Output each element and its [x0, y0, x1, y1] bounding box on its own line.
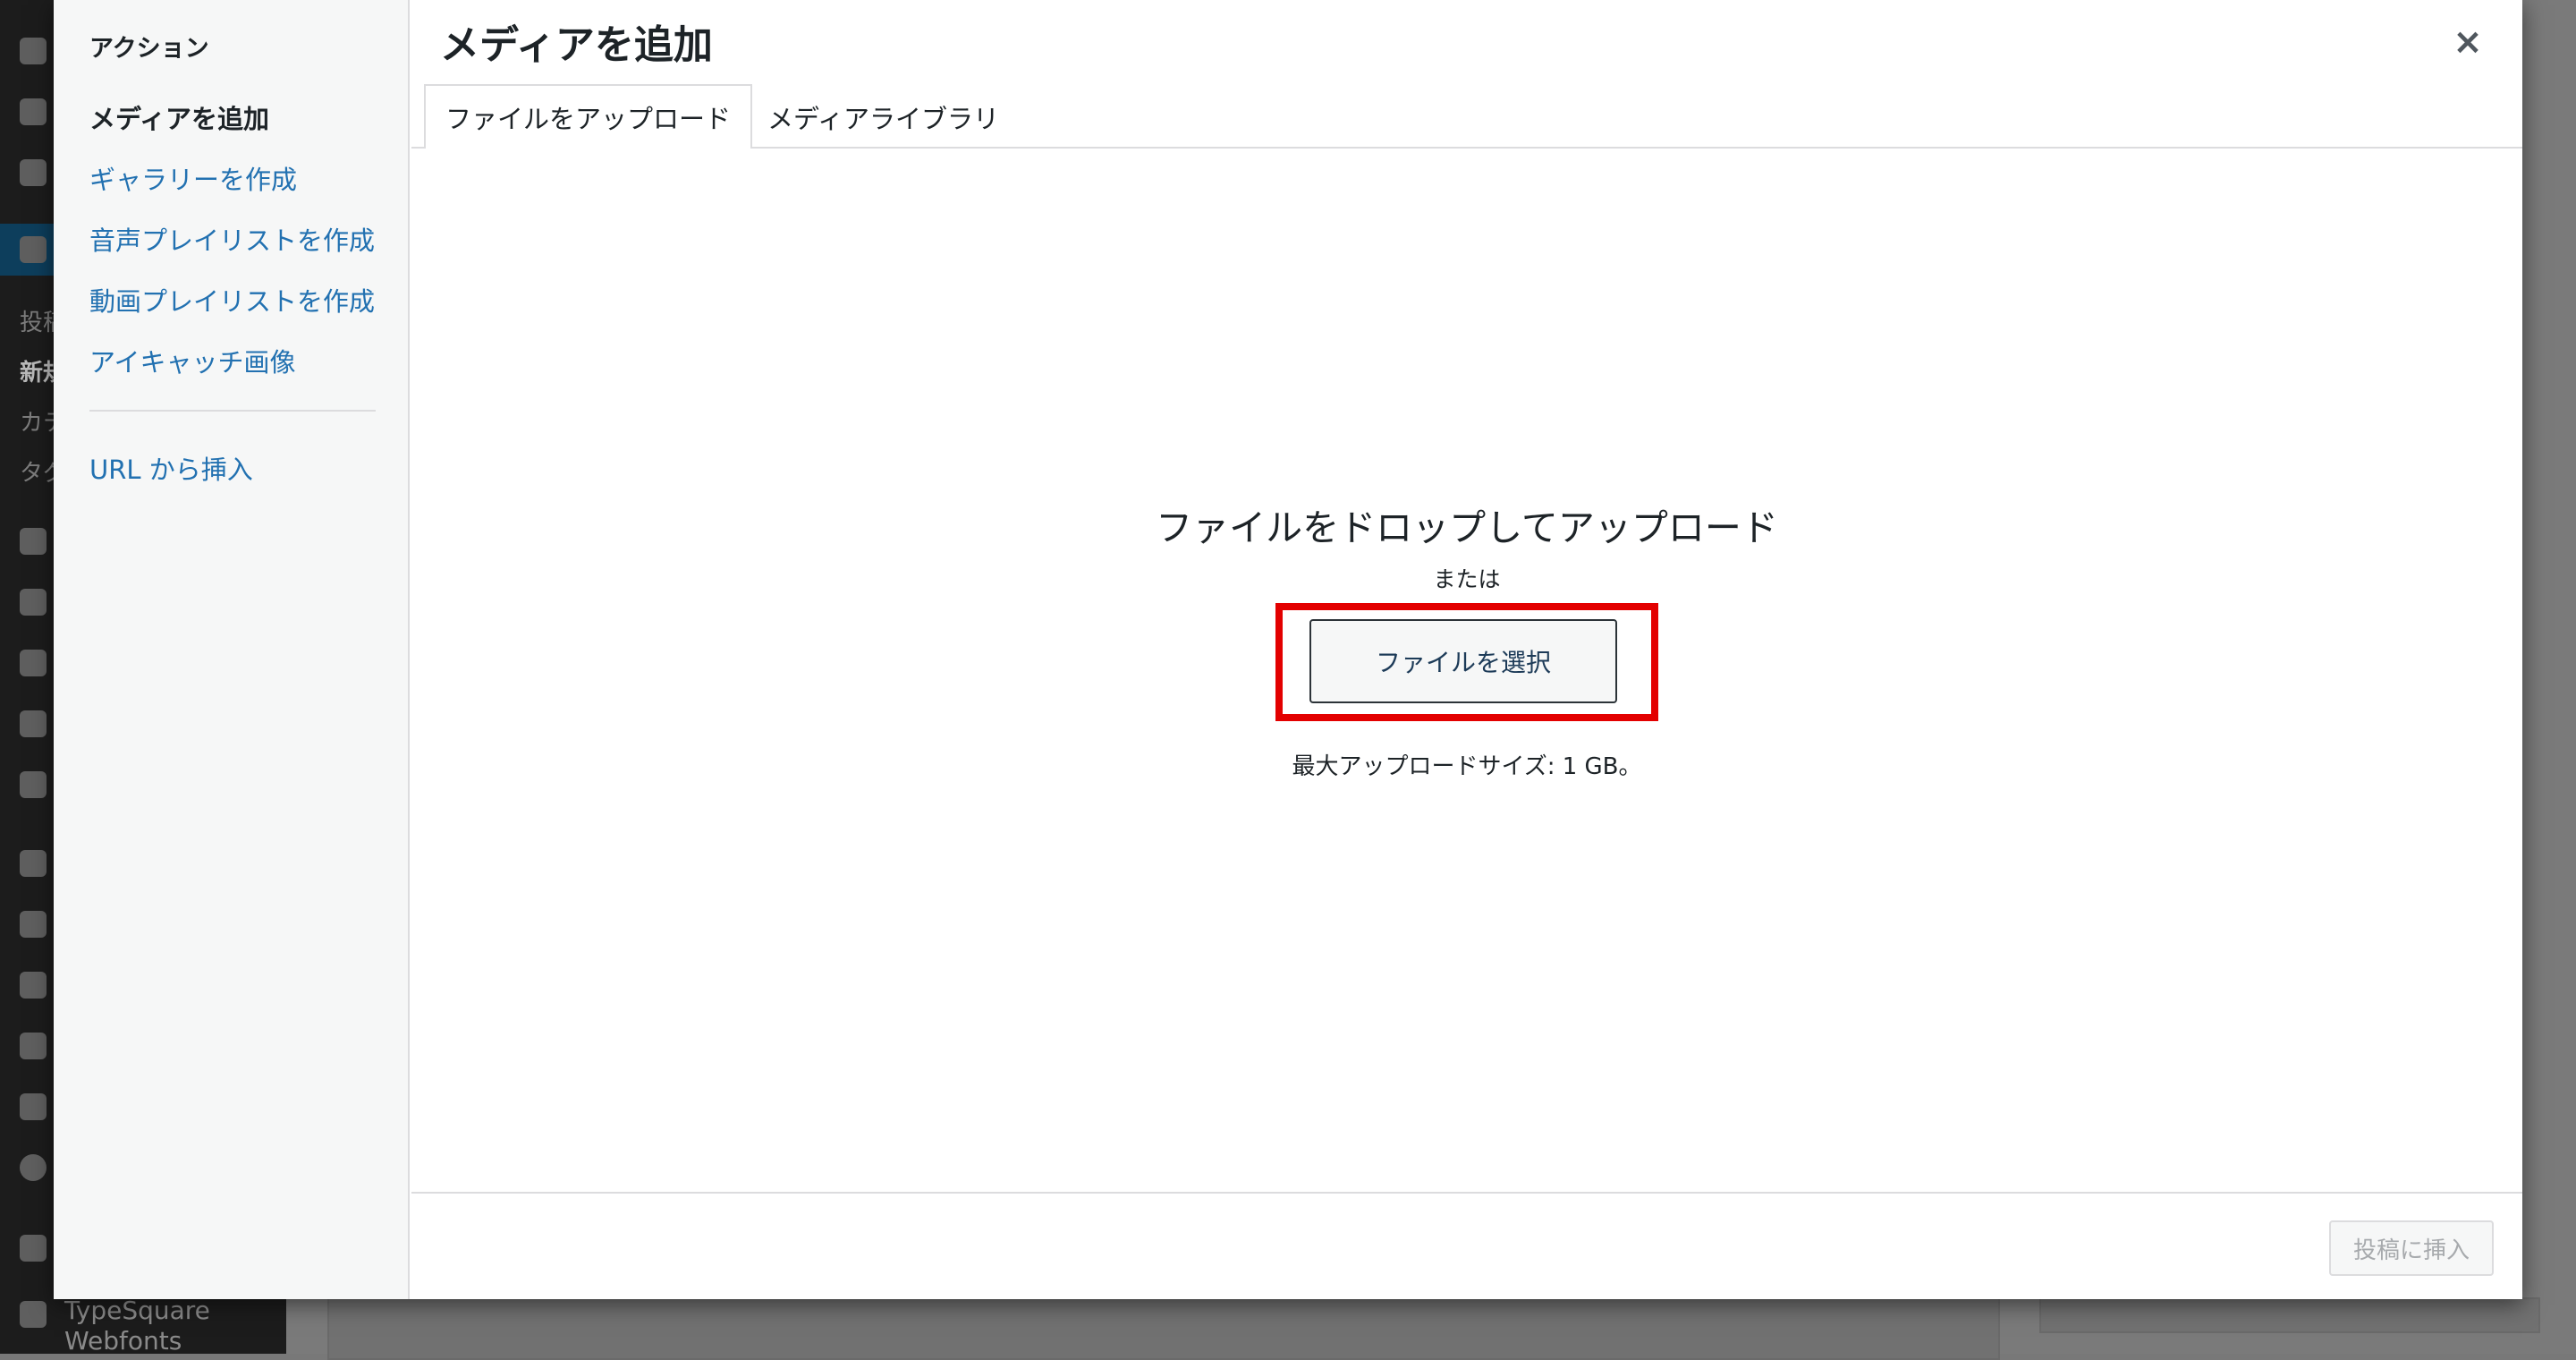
circle-logo-icon — [20, 1154, 47, 1181]
settings-icon — [20, 1093, 47, 1120]
comment-icon — [20, 771, 47, 798]
menu-heading: アクション — [89, 35, 209, 63]
brush-icon — [20, 850, 47, 877]
dashboard-icon — [20, 159, 47, 186]
menu-item-add-media[interactable]: メディアを追加 — [89, 98, 269, 136]
max-upload-size-text: 最大アップロードサイズ: 1 GB。 — [1292, 753, 1642, 780]
typesquare-label-line1: TypeSquare — [64, 1296, 210, 1325]
card-icon — [20, 1235, 47, 1262]
wrench-icon — [20, 1033, 47, 1059]
menu-item-create-video-playlist[interactable]: 動画プレイリストを作成 — [89, 281, 375, 319]
user-icon — [20, 972, 47, 999]
plugin-icon — [20, 911, 47, 938]
select-files-button[interactable]: ファイルを選択 — [1309, 619, 1617, 703]
menu-item-featured-image[interactable]: アイキャッチ画像 — [89, 342, 296, 379]
gear-icon — [20, 1301, 47, 1328]
media-icon — [20, 650, 47, 676]
pin-icon — [20, 528, 47, 555]
drop-instructions: ファイルをドロップしてアップロード — [1156, 506, 1778, 549]
menu-item-create-gallery[interactable]: ギャラリーを作成 — [89, 159, 297, 197]
upload-content: ファイルをドロップしてアップロード または ファイルを選択 最大アップロードサイ… — [411, 149, 2522, 1192]
upload-dropzone[interactable]: ファイルをドロップしてアップロード または ファイルを選択 最大アップロードサイ… — [411, 497, 2522, 781]
gear-icon — [20, 38, 47, 64]
modal-title: メディアを追加 — [440, 22, 713, 68]
media-toolbar: 投稿に挿入 — [411, 1192, 2522, 1299]
tab-media-library[interactable]: メディアライブラリ — [748, 84, 1019, 150]
menu-separator — [89, 410, 376, 412]
pin-icon — [20, 236, 47, 263]
editor-area — [327, 1297, 2000, 1360]
media-router-tabs: ファイルをアップロード メディアライブラリ — [411, 82, 2522, 150]
close-icon[interactable]: × — [2445, 20, 2490, 64]
pages-icon — [20, 710, 47, 737]
side-panel — [2039, 1297, 2540, 1333]
pin-icon — [20, 589, 47, 616]
tab-upload-files[interactable]: ファイルをアップロード — [424, 84, 753, 150]
gear-icon — [20, 98, 47, 125]
menu-item-insert-from-url[interactable]: URL から挿入 — [89, 449, 253, 487]
insert-into-post-button[interactable]: 投稿に挿入 — [2329, 1220, 2494, 1276]
or-label: または — [1433, 566, 1501, 592]
typesquare-label-line2: Webfonts — [64, 1326, 182, 1356]
media-menu: アクション メディアを追加 ギャラリーを作成 音声プレイリストを作成 動画プレイ… — [54, 0, 410, 1299]
highlight-box: ファイルを選択 — [1275, 603, 1658, 721]
menu-item-create-audio-playlist[interactable]: 音声プレイリストを作成 — [89, 220, 375, 258]
media-modal: アクション メディアを追加 ギャラリーを作成 音声プレイリストを作成 動画プレイ… — [54, 0, 2522, 1299]
